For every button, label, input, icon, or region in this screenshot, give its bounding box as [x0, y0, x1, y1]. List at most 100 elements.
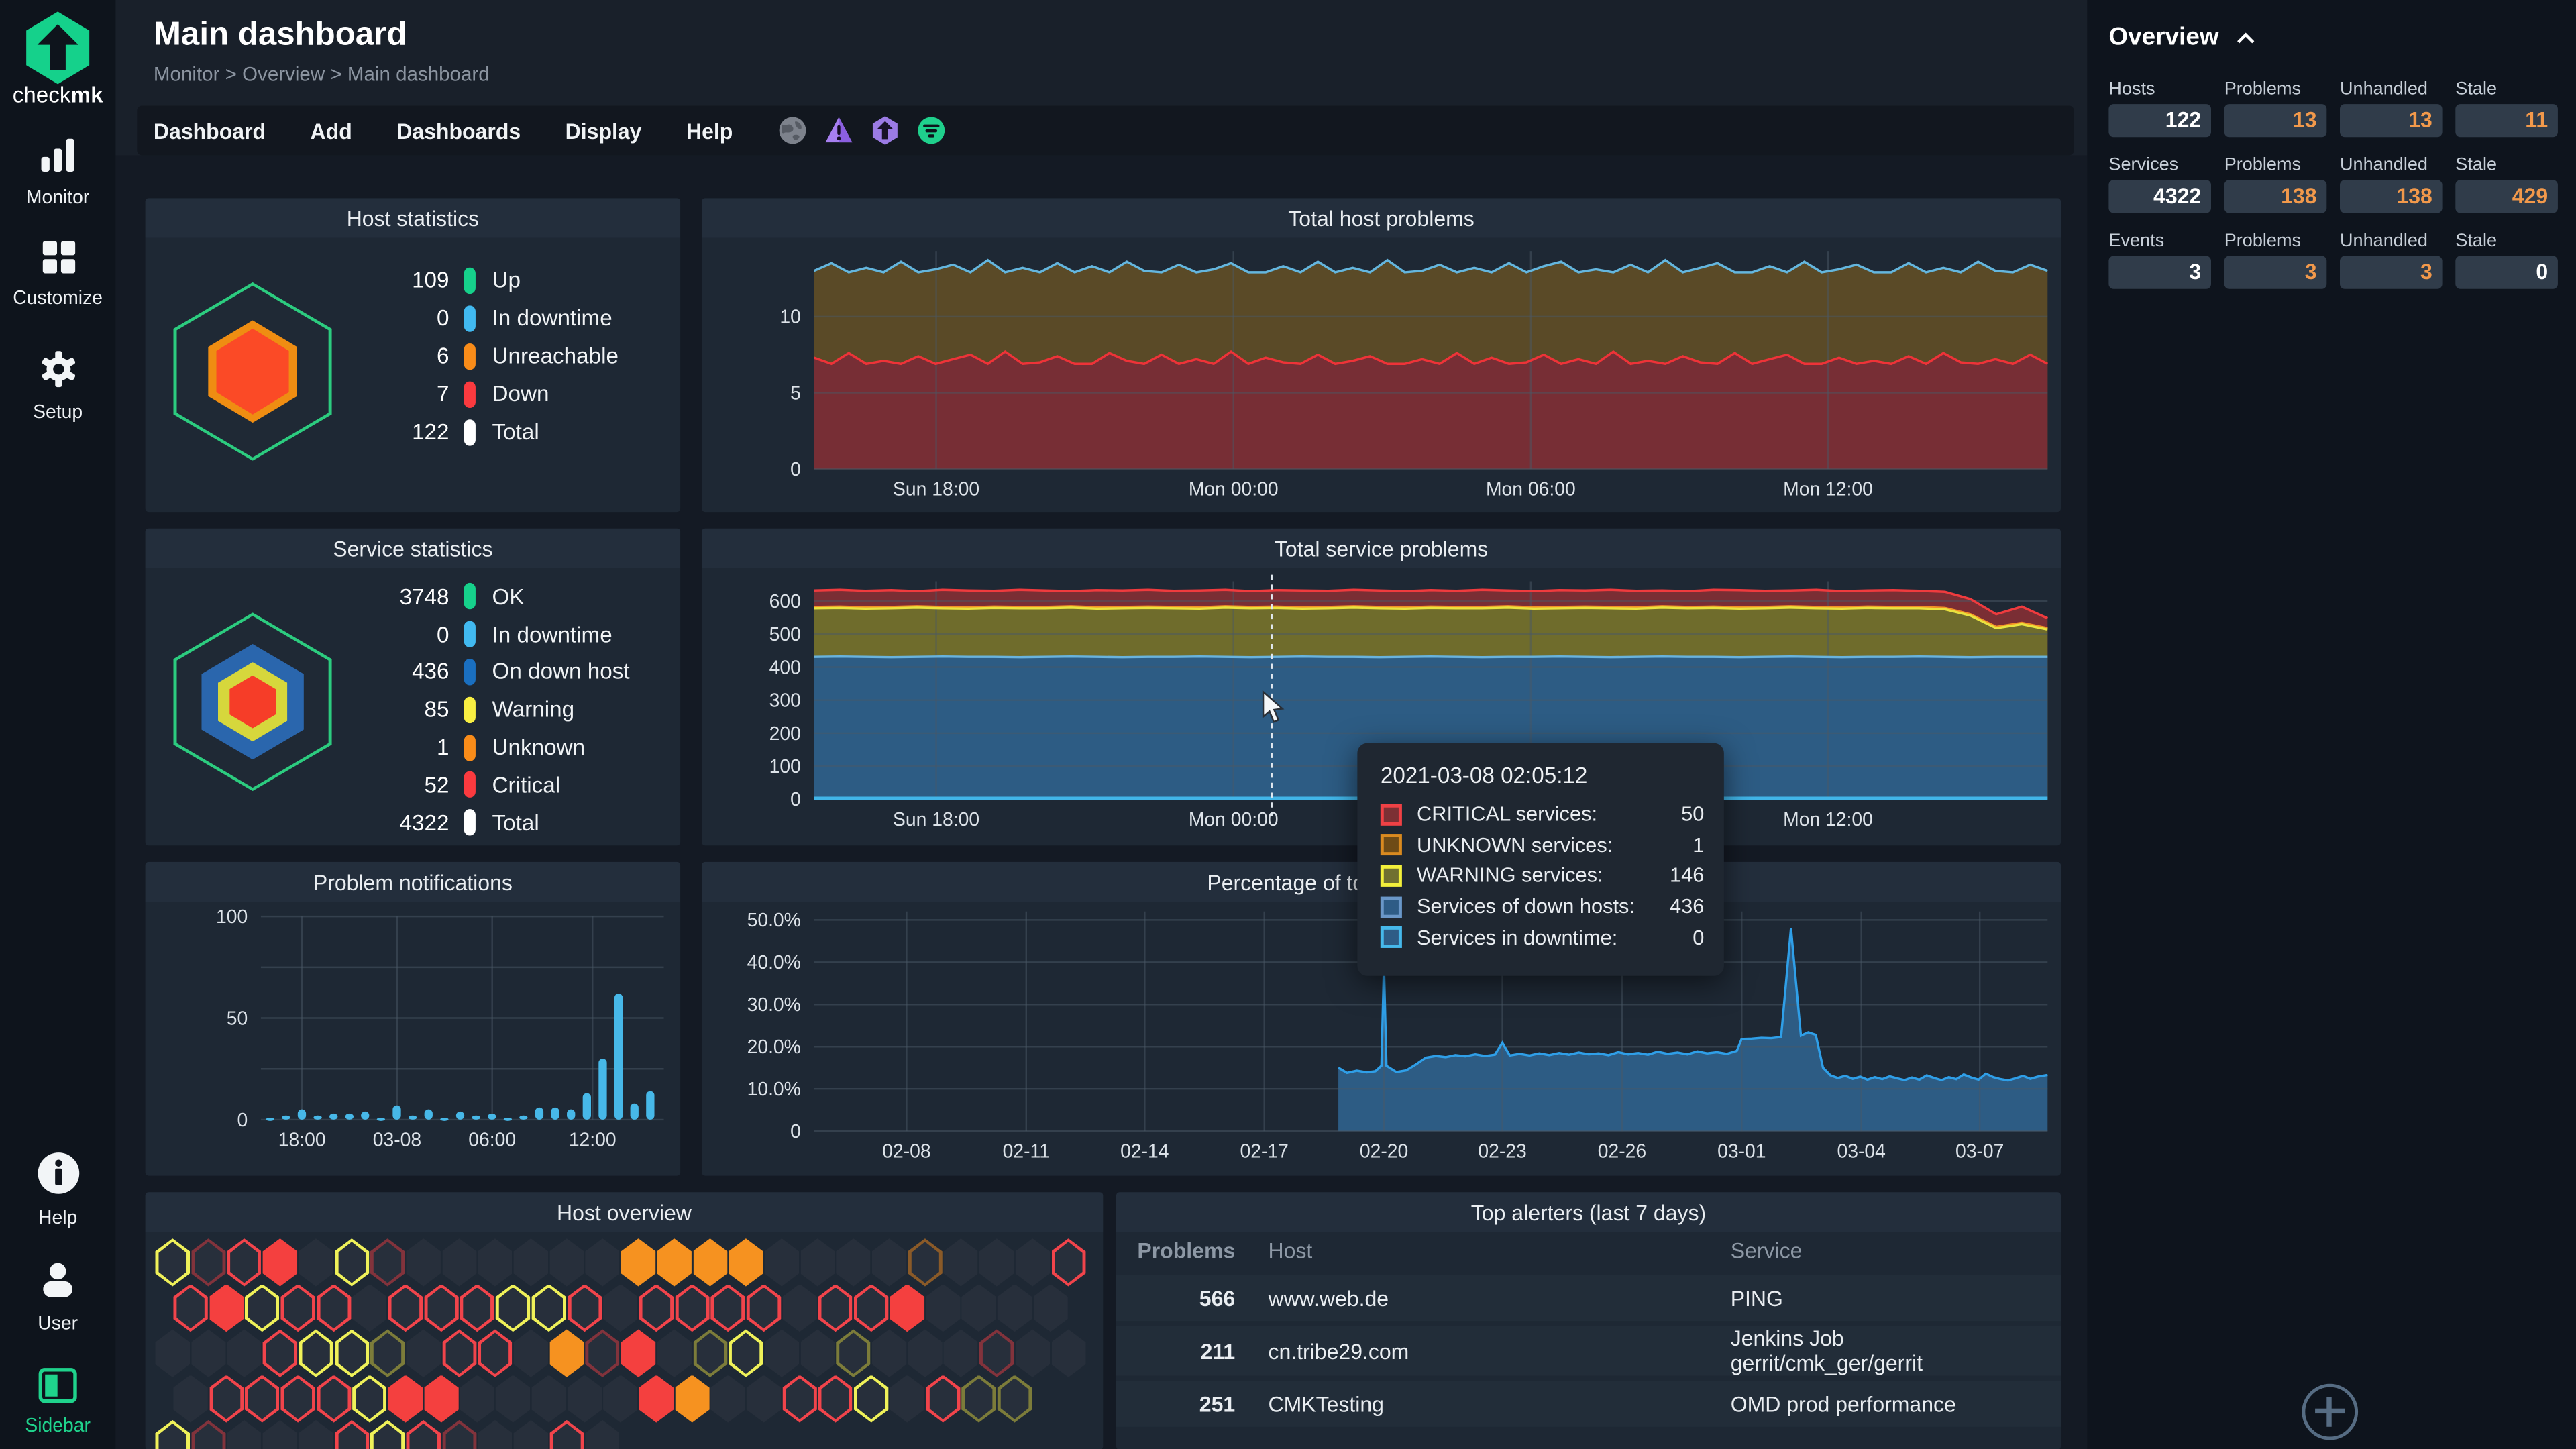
host-hexagon[interactable] [531, 1283, 566, 1332]
checkmk-hexagon-icon[interactable] [870, 115, 900, 145]
column-header-problems[interactable]: Problems [1116, 1238, 1235, 1263]
host-hexagon[interactable] [979, 1238, 1014, 1287]
host-hexagon[interactable] [603, 1375, 638, 1423]
host-hexagon[interactable] [567, 1375, 602, 1423]
host-hexagon[interactable] [370, 1419, 405, 1449]
stat-count-box[interactable]: 4322 [2108, 180, 2212, 213]
sidebar-item-monitor[interactable]: Monitor [0, 136, 115, 208]
host-hexagon[interactable] [478, 1419, 513, 1449]
stat-count-box[interactable]: 3 [2108, 256, 2212, 289]
host-hexagon[interactable] [782, 1375, 817, 1423]
host-hexagon[interactable] [460, 1375, 495, 1423]
legend-row[interactable]: 4322 Total [376, 804, 670, 841]
host-hexagon[interactable] [424, 1283, 459, 1332]
host-hexagon[interactable] [334, 1329, 370, 1377]
notifications-chart[interactable]: 18:00 03-08 06:00 12:00 0 50 100 [146, 902, 681, 1176]
legend-row[interactable]: 122 Total [376, 413, 670, 451]
host-hexagon[interactable] [460, 1283, 495, 1332]
host-hexagon[interactable] [173, 1375, 208, 1423]
host-hexagon[interactable] [853, 1283, 889, 1332]
host-hexagon[interactable] [997, 1283, 1032, 1332]
host-hexagon[interactable] [299, 1419, 333, 1449]
host-hexagon[interactable] [495, 1375, 531, 1423]
legend-row[interactable]: 109 Up [376, 261, 670, 299]
host-hexagon[interactable] [191, 1238, 226, 1287]
host-hexagon[interactable] [639, 1283, 674, 1332]
host-hexagon[interactable] [155, 1419, 191, 1449]
sidebar-item-user[interactable]: User [0, 1258, 115, 1334]
menu-item-dashboard[interactable]: Dashboard [154, 118, 266, 143]
host-hexagon[interactable] [800, 1329, 835, 1377]
host-hexagon[interactable] [567, 1283, 602, 1332]
table-row[interactable]: 566 www.web.de PING [1116, 1275, 2061, 1322]
host-hexagon[interactable] [585, 1238, 621, 1287]
host-hexagon[interactable] [961, 1283, 996, 1332]
sidebar-item-setup[interactable]: Setup [0, 348, 115, 423]
host-hexagon[interactable] [244, 1375, 280, 1423]
host-hexagon[interactable] [979, 1329, 1014, 1377]
warning-triangle-icon[interactable] [824, 115, 853, 145]
stat-count-box[interactable]: 13 [2224, 104, 2327, 138]
host-hexagon[interactable] [191, 1329, 226, 1377]
menu-item-dashboards[interactable]: Dashboards [396, 118, 521, 143]
host-hexagon[interactable] [209, 1375, 244, 1423]
host-hexagon[interactable] [585, 1329, 621, 1377]
host-hexagon[interactable] [746, 1283, 782, 1332]
menu-item-help[interactable]: Help [686, 118, 733, 143]
host-hexagon[interactable] [674, 1375, 710, 1423]
host-hexagon[interactable] [352, 1375, 387, 1423]
host-hexagon[interactable] [943, 1238, 979, 1287]
host-hexagon[interactable] [925, 1375, 961, 1423]
host-hexagon[interactable] [262, 1329, 298, 1377]
host-hexagon[interactable] [227, 1419, 262, 1449]
stat-count-box[interactable]: 13 [2340, 104, 2443, 138]
host-hexagon[interactable] [729, 1238, 763, 1287]
cell-host[interactable]: cn.tribe29.com [1268, 1338, 1730, 1363]
host-hexagon[interactable] [549, 1238, 584, 1287]
table-row[interactable]: 251 CMKTesting OMD prod performance [1116, 1380, 2061, 1427]
host-hexagon[interactable] [961, 1375, 996, 1423]
host-hexagon[interactable] [657, 1238, 692, 1287]
host-hexagon[interactable] [1015, 1238, 1051, 1287]
host-hexagon[interactable] [334, 1419, 370, 1449]
stat-count-box[interactable]: 429 [2455, 180, 2558, 213]
legend-row[interactable]: 436 On down host [376, 653, 670, 691]
host-hexagon[interactable] [352, 1283, 387, 1332]
host-hexagon[interactable] [853, 1375, 889, 1423]
host-hexagon[interactable] [692, 1238, 728, 1287]
filter-icon[interactable] [916, 115, 946, 145]
host-hexagon[interactable] [871, 1329, 907, 1377]
host-hexagon[interactable] [764, 1329, 800, 1377]
checkmk-logo-icon[interactable] [23, 10, 92, 95]
host-hexagon[interactable] [890, 1283, 925, 1332]
legend-row[interactable]: 0 In downtime [376, 299, 670, 337]
host-hexagon[interactable] [818, 1375, 853, 1423]
host-hexagon[interactable] [746, 1375, 782, 1423]
host-hexagon[interactable] [908, 1329, 943, 1377]
table-row[interactable]: 211 cn.tribe29.com Jenkins Job gerrit/cmk_… [1116, 1326, 2061, 1376]
host-hexagon[interactable] [710, 1375, 746, 1423]
legend-row[interactable]: 3748 OK [376, 578, 670, 616]
host-hexagon[interactable] [244, 1283, 280, 1332]
host-hexagon[interactable] [603, 1283, 638, 1332]
host-hexagon[interactable] [531, 1375, 566, 1423]
cell-service[interactable]: Jenkins Job gerrit/cmk_ger/gerrit [1731, 1326, 2036, 1376]
host-hexagon[interactable] [657, 1329, 692, 1377]
sidebar-item-help[interactable]: Help [0, 1151, 115, 1228]
host-hexagon[interactable] [674, 1283, 710, 1332]
host-hexagon[interactable] [173, 1283, 208, 1332]
host-hexagon[interactable] [406, 1419, 441, 1449]
host-problems-chart[interactable]: Sun 18:00 Mon 00:00 Mon 06:00 Mon 12:00 0 5 10 [702, 237, 2061, 512]
overview-snapin-title[interactable]: Overview [2108, 23, 2255, 51]
cell-service[interactable]: OMD prod performance [1731, 1391, 2036, 1416]
host-hexagon[interactable] [388, 1283, 423, 1332]
host-hexagon[interactable] [710, 1283, 746, 1332]
host-hexagon[interactable] [729, 1329, 763, 1377]
host-hexagon[interactable] [1051, 1329, 1086, 1377]
host-hexagon[interactable] [441, 1419, 477, 1449]
host-hexagon[interactable] [424, 1375, 459, 1423]
host-hexagon[interactable] [299, 1238, 333, 1287]
host-hexagon[interactable] [549, 1329, 584, 1377]
stat-count-box[interactable]: 138 [2224, 180, 2327, 213]
add-snapin-button[interactable] [2302, 1383, 2359, 1440]
